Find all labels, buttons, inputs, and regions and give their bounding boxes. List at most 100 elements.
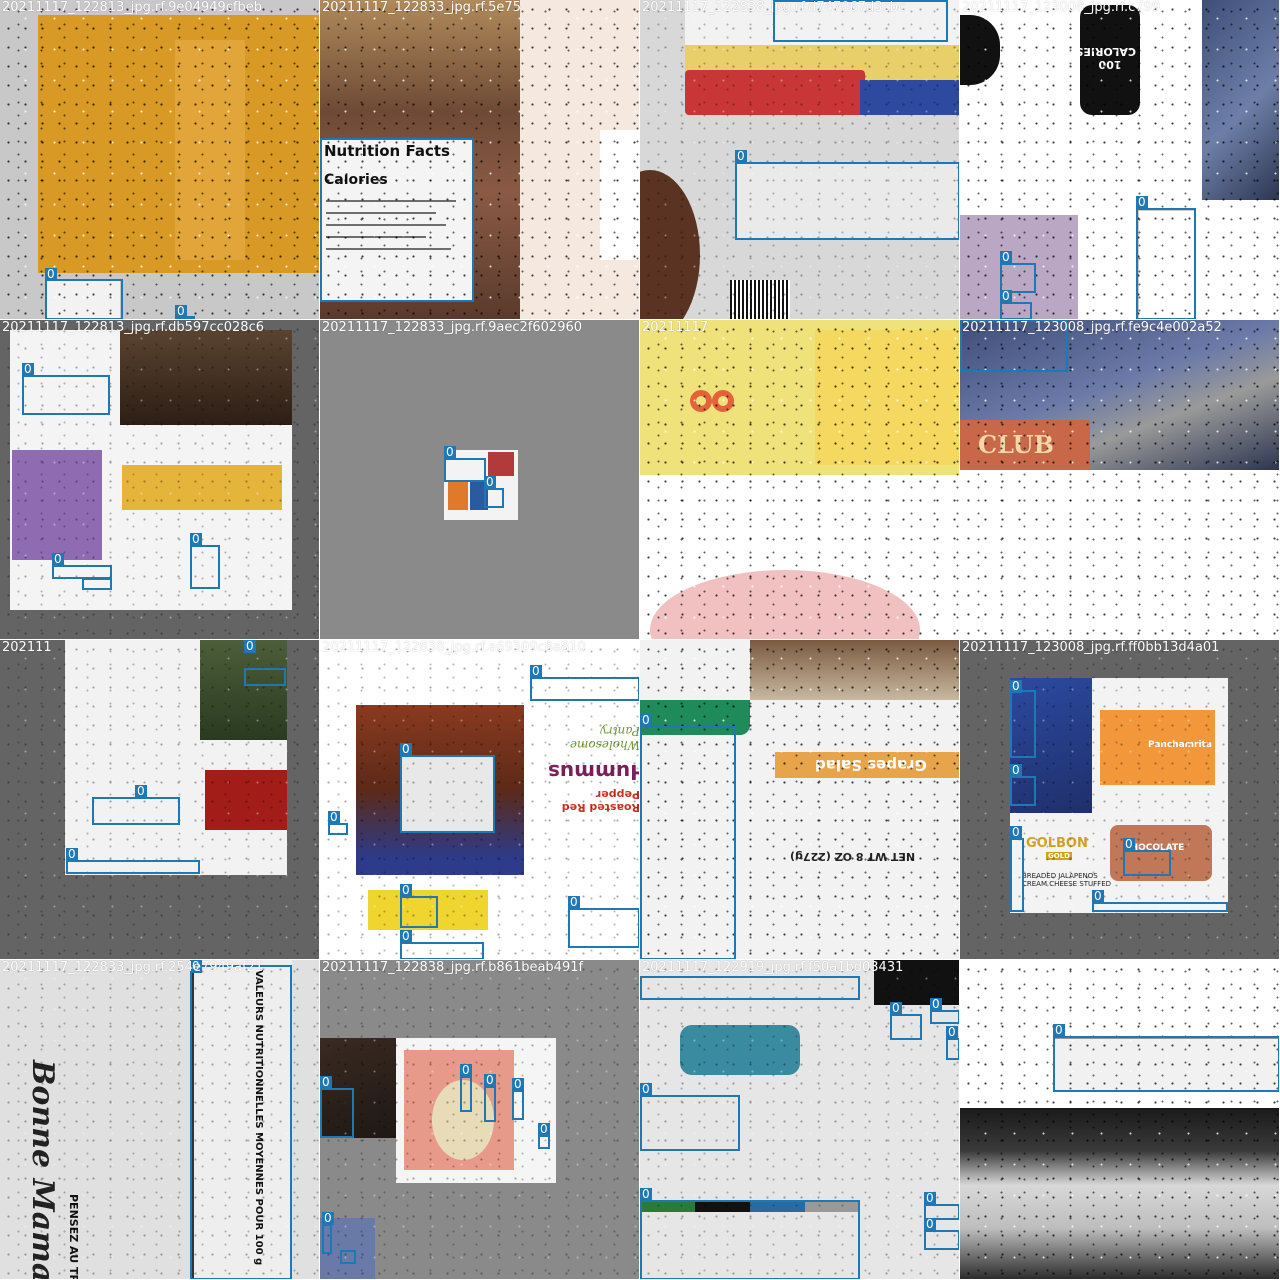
tile-13: 0 0 0 0 0 0 20211117_122838_jpg.rf.b861b…: [320, 960, 640, 1280]
tile-title: 20211117_123008_jpg.rf.ff0bb13d4a01: [962, 640, 1220, 655]
product-side-panel: [175, 40, 245, 260]
detection-box: [568, 908, 639, 948]
salad-banner: Grapes Salad: [775, 752, 959, 778]
detection-label: 0: [22, 362, 34, 376]
detection-label: 0: [1053, 1023, 1065, 1037]
detection-label: 0: [924, 1217, 936, 1231]
detection-box: [538, 1135, 550, 1149]
detection-box: [66, 860, 200, 874]
tile-14: 0 0 0 0 0 0 0 20211117_122919_jpg.rf.f50…: [640, 960, 960, 1280]
calorie-badge: 100 CALORIES: [1075, 5, 1140, 115]
detection-box: [45, 279, 123, 319]
tile-title: 20211117: [642, 320, 709, 335]
detection-label: 0: [1123, 837, 1135, 851]
mosaic-grid: 0 0 20211117_122813_jpg.rf.9e04949cfbeb …: [0, 0, 1280, 1280]
detection-label: 0: [460, 1063, 472, 1077]
detection-label: 0: [924, 1191, 936, 1205]
photo-crop: [1202, 0, 1279, 200]
tile-3: 100 CALORIES 0 0 0 20211117_123008_jpg.r…: [960, 0, 1280, 320]
hummus-label: Wholesome Pantry Hummus Roasted Red Pepp…: [530, 700, 640, 850]
detection-box: [484, 488, 504, 508]
detection-box: [640, 1200, 860, 1279]
tile-11: Panchamrita GOLBON GOLD CHOCOLATE BREADE…: [960, 640, 1280, 960]
salad-text: Grapes Salad: [815, 756, 927, 774]
tile-title: 20211117_122813_jpg.rf.9e04949cfbeb: [2, 0, 262, 15]
detection-label: 0: [190, 532, 202, 546]
detection-label: 0: [538, 1122, 550, 1136]
detection-label: 0: [484, 1073, 496, 1087]
detection-label: 0: [890, 1001, 902, 1015]
detection-label: 0: [52, 552, 64, 566]
golbon-text: GOLBON: [1026, 836, 1088, 851]
detection-label: 0: [640, 1187, 652, 1201]
detection-label: 0: [1000, 289, 1012, 303]
tile-5: 0 0 20211117_122833_jpg.rf.9aec2f602960: [320, 320, 640, 640]
detection-box: [460, 1076, 472, 1112]
detection-box: [340, 1250, 356, 1264]
dark-logo: [960, 15, 1000, 85]
club-text: CLUB: [978, 430, 1054, 459]
tile-title: 20211117_122833_jpg.rf.9aec2f602960: [322, 320, 583, 335]
tile-0: 0 0 20211117_122813_jpg.rf.9e04949cfbeb: [0, 0, 320, 320]
detection-box: [1010, 690, 1036, 758]
detection-box: [400, 942, 484, 959]
net-wt-text: NET WT 8 OZ (227g): [790, 850, 916, 863]
detection-box: [640, 726, 736, 959]
detection-label: 0: [322, 1211, 334, 1225]
tile-7: CLUB 20211117_123008_jpg.rf.fe9c4e002a52: [960, 320, 1280, 640]
tile-title: 20211117_123008_jpg.rf.c799: [962, 0, 1161, 15]
calorie-badge-text: 100 CALORIES: [1075, 45, 1136, 71]
detection-box: [930, 1010, 959, 1024]
detection-box: [320, 138, 474, 302]
donut-shape: [690, 390, 712, 412]
detection-box: [530, 677, 639, 701]
photo-strip: [960, 1108, 1279, 1279]
detection-box: [190, 965, 292, 1279]
detection-label: 0: [930, 997, 942, 1011]
donut-shape: [712, 390, 734, 412]
detection-label: 0: [484, 475, 496, 489]
detection-label: 0: [1010, 679, 1022, 693]
tile-title: 20211117_122833_jpg.rf.5e75: [322, 0, 521, 15]
detection-label: 0: [1136, 195, 1148, 209]
jalapenos-text: BREADED JALAPENOS CREAM CHEESE STUFFED: [1022, 872, 1112, 888]
tile-2: 0 20211117_122838_jpg.rf.d747067d3cbc: [640, 0, 960, 320]
detection-box: [244, 668, 286, 686]
detection-box: [52, 565, 112, 579]
tile-title: 20211117_123008_jpg.rf.fe9c4e002a52: [962, 320, 1222, 335]
panchamrita-text: Panchamrita: [1148, 740, 1212, 750]
tile-1: Nutrition Facts Calories 20211117_122833…: [320, 0, 640, 320]
detection-label: 0: [135, 784, 147, 798]
white-panel: [600, 130, 639, 260]
brown-circle: [640, 170, 700, 319]
product-label-purple: [12, 450, 102, 560]
detection-box: [946, 1038, 959, 1060]
detection-box: [444, 458, 486, 482]
detection-box: [190, 545, 220, 589]
tile-title: 20211117_122838_jpg.rf.d747067d3cbc: [642, 0, 906, 15]
detection-label: 0: [512, 1077, 524, 1091]
detection-box: [92, 797, 180, 825]
wholesome-text: Wholesome Pantry: [569, 724, 640, 752]
detection-box: [924, 1230, 959, 1250]
product-red: [488, 452, 514, 476]
roasted-text: Roasted Red Pepper: [561, 788, 640, 814]
teal-package: [680, 1025, 800, 1075]
hummus-text: Hummus: [548, 760, 640, 784]
tile-12: Bonne Maman VALEURS NUTRITIONNELLES MOYE…: [0, 960, 320, 1280]
detection-label: 0: [244, 640, 256, 653]
detection-label: 0: [735, 149, 747, 163]
detection-box: [1123, 850, 1171, 876]
pensez-text: PENSEZ AU TRI !: [67, 1194, 80, 1280]
detection-label: 0: [1010, 763, 1022, 777]
detection-box: [82, 578, 112, 590]
tile-title: 20211117_122919_jpg.rf.f50a1bd03431: [642, 960, 904, 975]
detection-label: 0: [568, 895, 580, 909]
product-label-yellow: [122, 465, 282, 510]
detection-box: [22, 375, 110, 415]
detection-box: [890, 1014, 922, 1040]
red-label: [205, 770, 287, 830]
detection-box: [400, 755, 495, 833]
detection-box: [1136, 208, 1196, 319]
package-blue-band: [860, 80, 959, 115]
